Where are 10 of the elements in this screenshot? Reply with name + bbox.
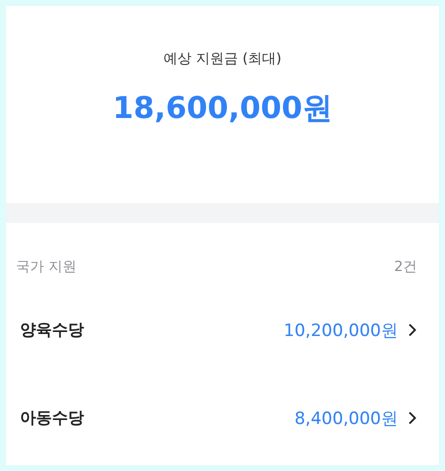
chevron-right-icon[interactable]	[408, 323, 417, 337]
section-title: 국가 지원	[16, 258, 76, 276]
benefit-name: 양육수당	[20, 320, 84, 340]
chevron-right-icon[interactable]	[408, 411, 417, 425]
estimate-label: 예상 지원금 (최대)	[164, 50, 282, 68]
estimate-amount: 18,600,000원	[112, 90, 332, 128]
benefit-name: 아동수당	[20, 408, 84, 428]
benefit-amount: 10,200,000원	[284, 320, 398, 342]
benefit-amount: 8,400,000원	[294, 408, 398, 430]
item-count: 2건	[394, 258, 417, 276]
